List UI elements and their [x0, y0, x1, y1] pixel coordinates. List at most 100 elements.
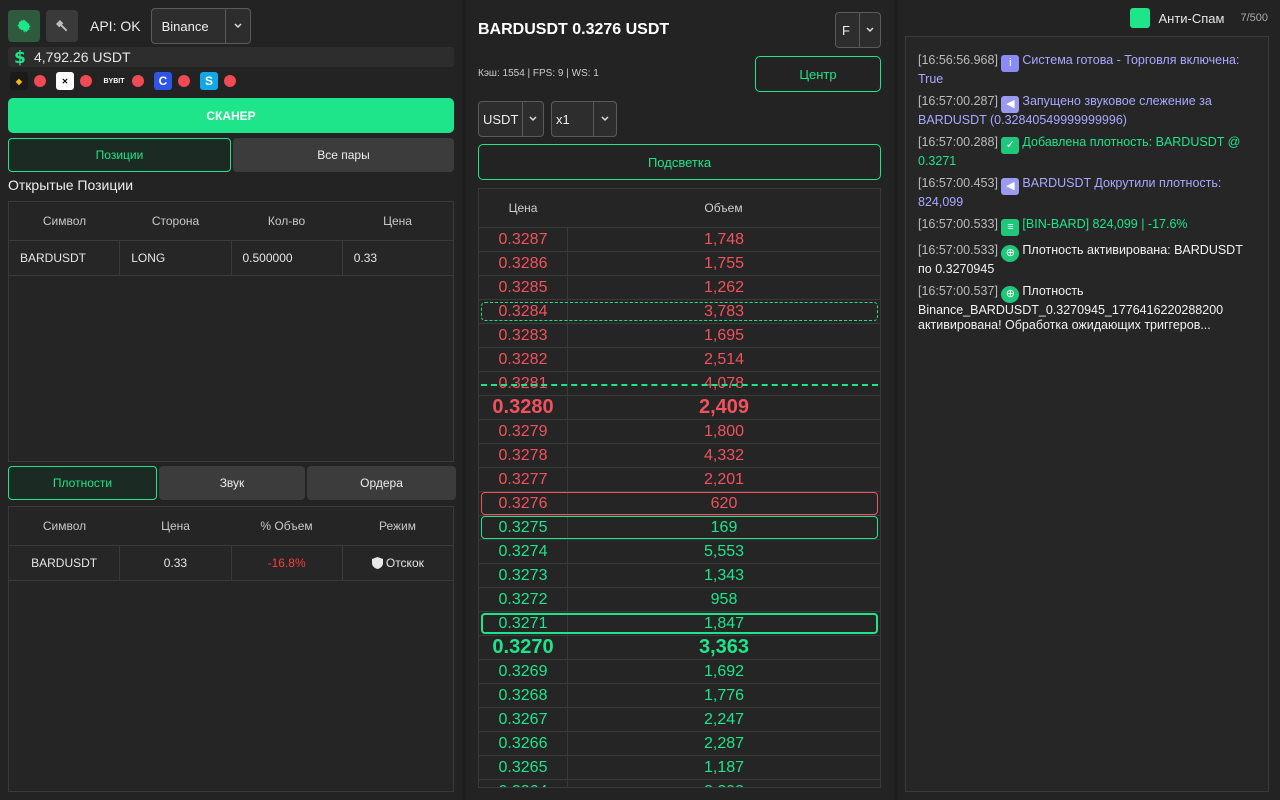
orderbook-price: 0.3272 — [479, 588, 568, 611]
tab-all-pairs[interactable]: Все пары — [233, 138, 454, 172]
orderbook-panel: BARDUSDT 0.3276 USDT F Кэш: 1554 | FPS: … — [466, 0, 894, 800]
table-row[interactable]: BARDUSDT 0.33 -16.8% Отскок — [9, 546, 453, 581]
orderbook-row[interactable]: 0.3279 1,800 — [479, 419, 880, 443]
multiplier-select[interactable]: x1 — [551, 101, 617, 137]
speaker-icon: ◀ — [1001, 96, 1020, 113]
orderbook-row[interactable]: 0.3269 1,692 — [479, 659, 880, 683]
log-entry: [16:57:00.533] ⊕ Плотность активирована: … — [918, 243, 1256, 277]
log-list: [16:56:56.968] i Система готова - Торговл… — [905, 36, 1269, 792]
orderbook-price: 0.3266 — [479, 732, 568, 755]
antispam-toggle[interactable]: Анти-Спам 7/500 — [1130, 8, 1268, 28]
orderbook-price: 0.3271 — [479, 612, 568, 635]
tab-orders[interactable]: Ордера — [307, 466, 456, 500]
bybit-icon[interactable]: BYBIT — [102, 72, 126, 90]
f-select[interactable]: F — [835, 12, 881, 48]
orderbook-row[interactable]: 0.3270 3,363 — [479, 635, 880, 659]
orderbook-price: 0.3283 — [479, 324, 568, 347]
orderbook-row[interactable]: 0.3265 1,187 — [479, 755, 880, 779]
orderbook-row[interactable]: 0.3278 4,332 — [479, 443, 880, 467]
orderbook-row[interactable]: 0.3284 3,783 — [479, 299, 880, 323]
orderbook-volume: 1,776 — [703, 686, 745, 704]
table-row[interactable]: BARDUSDT LONG 0.500000 0.33 — [9, 241, 453, 276]
header-symbol: Символ — [42, 519, 87, 533]
quote-select-value: USDT — [483, 111, 519, 127]
orderbook-row[interactable]: 0.3275 169 — [479, 515, 880, 539]
orderbook-header: Цена Объем — [479, 189, 880, 227]
orderbook: Цена Объем 0.3287 1,748 0.3286 1,755 0.3285 1… — [478, 188, 881, 788]
orderbook-row[interactable]: 0.3268 1,776 — [479, 683, 880, 707]
orderbook-row[interactable]: 0.3273 1,343 — [479, 563, 880, 587]
scanner-button[interactable]: СКАНЕР — [8, 98, 454, 133]
multiplier-select-value: x1 — [556, 111, 570, 127]
orderbook-price: 0.3268 — [479, 684, 568, 707]
exchange-select[interactable]: Binance — [150, 8, 251, 44]
orderbook-row[interactable]: 0.3283 1,695 — [479, 323, 880, 347]
positions-table: Символ Сторона Кол-во Цена BARDUSDT LONG… — [8, 201, 454, 462]
orderbook-volume: 3,363 — [698, 636, 750, 658]
orderbook-volume: 1,748 — [703, 230, 745, 248]
status-dot — [132, 75, 144, 87]
log-timestamp: [16:57:00.453] — [918, 176, 1002, 190]
chevron-down-icon — [593, 102, 616, 136]
cbc-icon[interactable]: C — [154, 72, 172, 90]
speaker-icon: ◀ — [1001, 178, 1020, 195]
orderbook-row[interactable]: 0.3272 958 — [479, 587, 880, 611]
left-panel: API: OK Binance $ 4,792.26 USDT ◆ ✕ BYBI… — [0, 0, 462, 800]
orderbook-price: 0.3269 — [479, 660, 568, 683]
target-icon: ⊕ — [1001, 245, 1020, 262]
orderbook-volume: 2,514 — [703, 350, 745, 368]
position-line — [481, 383, 878, 386]
exchange-status-row: ◆ ✕ BYBIT C S — [10, 72, 240, 90]
quote-select[interactable]: USDT — [478, 101, 544, 137]
highlight-button[interactable]: Подсветка — [478, 144, 881, 180]
orderbook-volume: 620 — [710, 494, 738, 512]
antispam-checkbox[interactable] — [1130, 8, 1151, 28]
orderbook-price: 0.3277 — [479, 468, 568, 491]
open-positions-title: Открытые Позиции — [8, 177, 134, 193]
log-entry: [16:57:00.533] ≡ [BIN-BARD] 824,099 | -17… — [918, 217, 1256, 236]
sx-icon[interactable]: S — [200, 72, 218, 90]
settings-button[interactable] — [8, 10, 40, 42]
center-button[interactable]: Центр — [755, 56, 881, 92]
binance-icon[interactable]: ◆ — [10, 72, 28, 90]
orderbook-row[interactable]: 0.3282 2,514 — [479, 347, 880, 371]
orderbook-row[interactable]: 0.3285 1,262 — [479, 275, 880, 299]
tab-sound[interactable]: Звук — [159, 466, 305, 500]
orderbook-volume: 1,343 — [703, 566, 745, 584]
log-panel: Анти-Спам 7/500 [16:56:56.968] i Система … — [898, 0, 1280, 800]
chevron-down-icon — [224, 9, 250, 43]
log-message: [BIN-BARD] 824,099 | -17.6% — [1022, 217, 1188, 231]
orderbook-row[interactable]: 0.3277 2,201 — [479, 467, 880, 491]
orderbook-row[interactable]: 0.3274 5,553 — [479, 539, 880, 563]
hammer-icon — [56, 20, 68, 32]
orderbook-price: 0.3275 — [479, 516, 568, 539]
density-volume-pct: -16.8% — [232, 546, 343, 580]
orderbook-row[interactable]: 0.3276 620 — [479, 491, 880, 515]
okx-icon[interactable]: ✕ — [56, 72, 74, 90]
orderbook-volume: 1,692 — [703, 662, 745, 680]
orderbook-row[interactable]: 0.3266 2,287 — [479, 731, 880, 755]
orderbook-row[interactable]: 0.3281 4,078 — [479, 371, 880, 395]
position-qty: 0.500000 — [232, 241, 343, 275]
orderbook-volume: 1,262 — [703, 278, 745, 296]
status-dot — [80, 75, 92, 87]
orderbook-price: 0.3278 — [479, 444, 568, 467]
target-icon: ⊕ — [1001, 286, 1020, 303]
orderbook-price: 0.3265 — [479, 756, 568, 779]
tab-densities[interactable]: Плотности — [8, 466, 157, 500]
orderbook-row[interactable]: 0.32642,292 — [479, 779, 880, 787]
tab-positions[interactable]: Позиции — [8, 138, 231, 172]
antispam-label: Анти-Спам — [1158, 10, 1225, 26]
orderbook-row[interactable]: 0.3271 1,847 — [479, 611, 880, 635]
orderbook-price: 0.3279 — [479, 420, 568, 443]
density-mode[interactable]: Отскок — [343, 546, 453, 580]
orderbook-row[interactable]: 0.3267 2,247 — [479, 707, 880, 731]
log-timestamp: [16:57:00.533] — [918, 217, 1002, 231]
orderbook-row[interactable]: 0.3286 1,755 — [479, 251, 880, 275]
chevron-down-icon — [859, 13, 880, 47]
orderbook-volume: 169 — [710, 518, 738, 536]
hammer-button[interactable] — [46, 10, 78, 42]
orderbook-row[interactable]: 0.3287 1,748 — [479, 227, 880, 251]
dollar-icon: $ — [14, 48, 26, 67]
orderbook-row[interactable]: 0.3280 2,409 — [479, 395, 880, 419]
